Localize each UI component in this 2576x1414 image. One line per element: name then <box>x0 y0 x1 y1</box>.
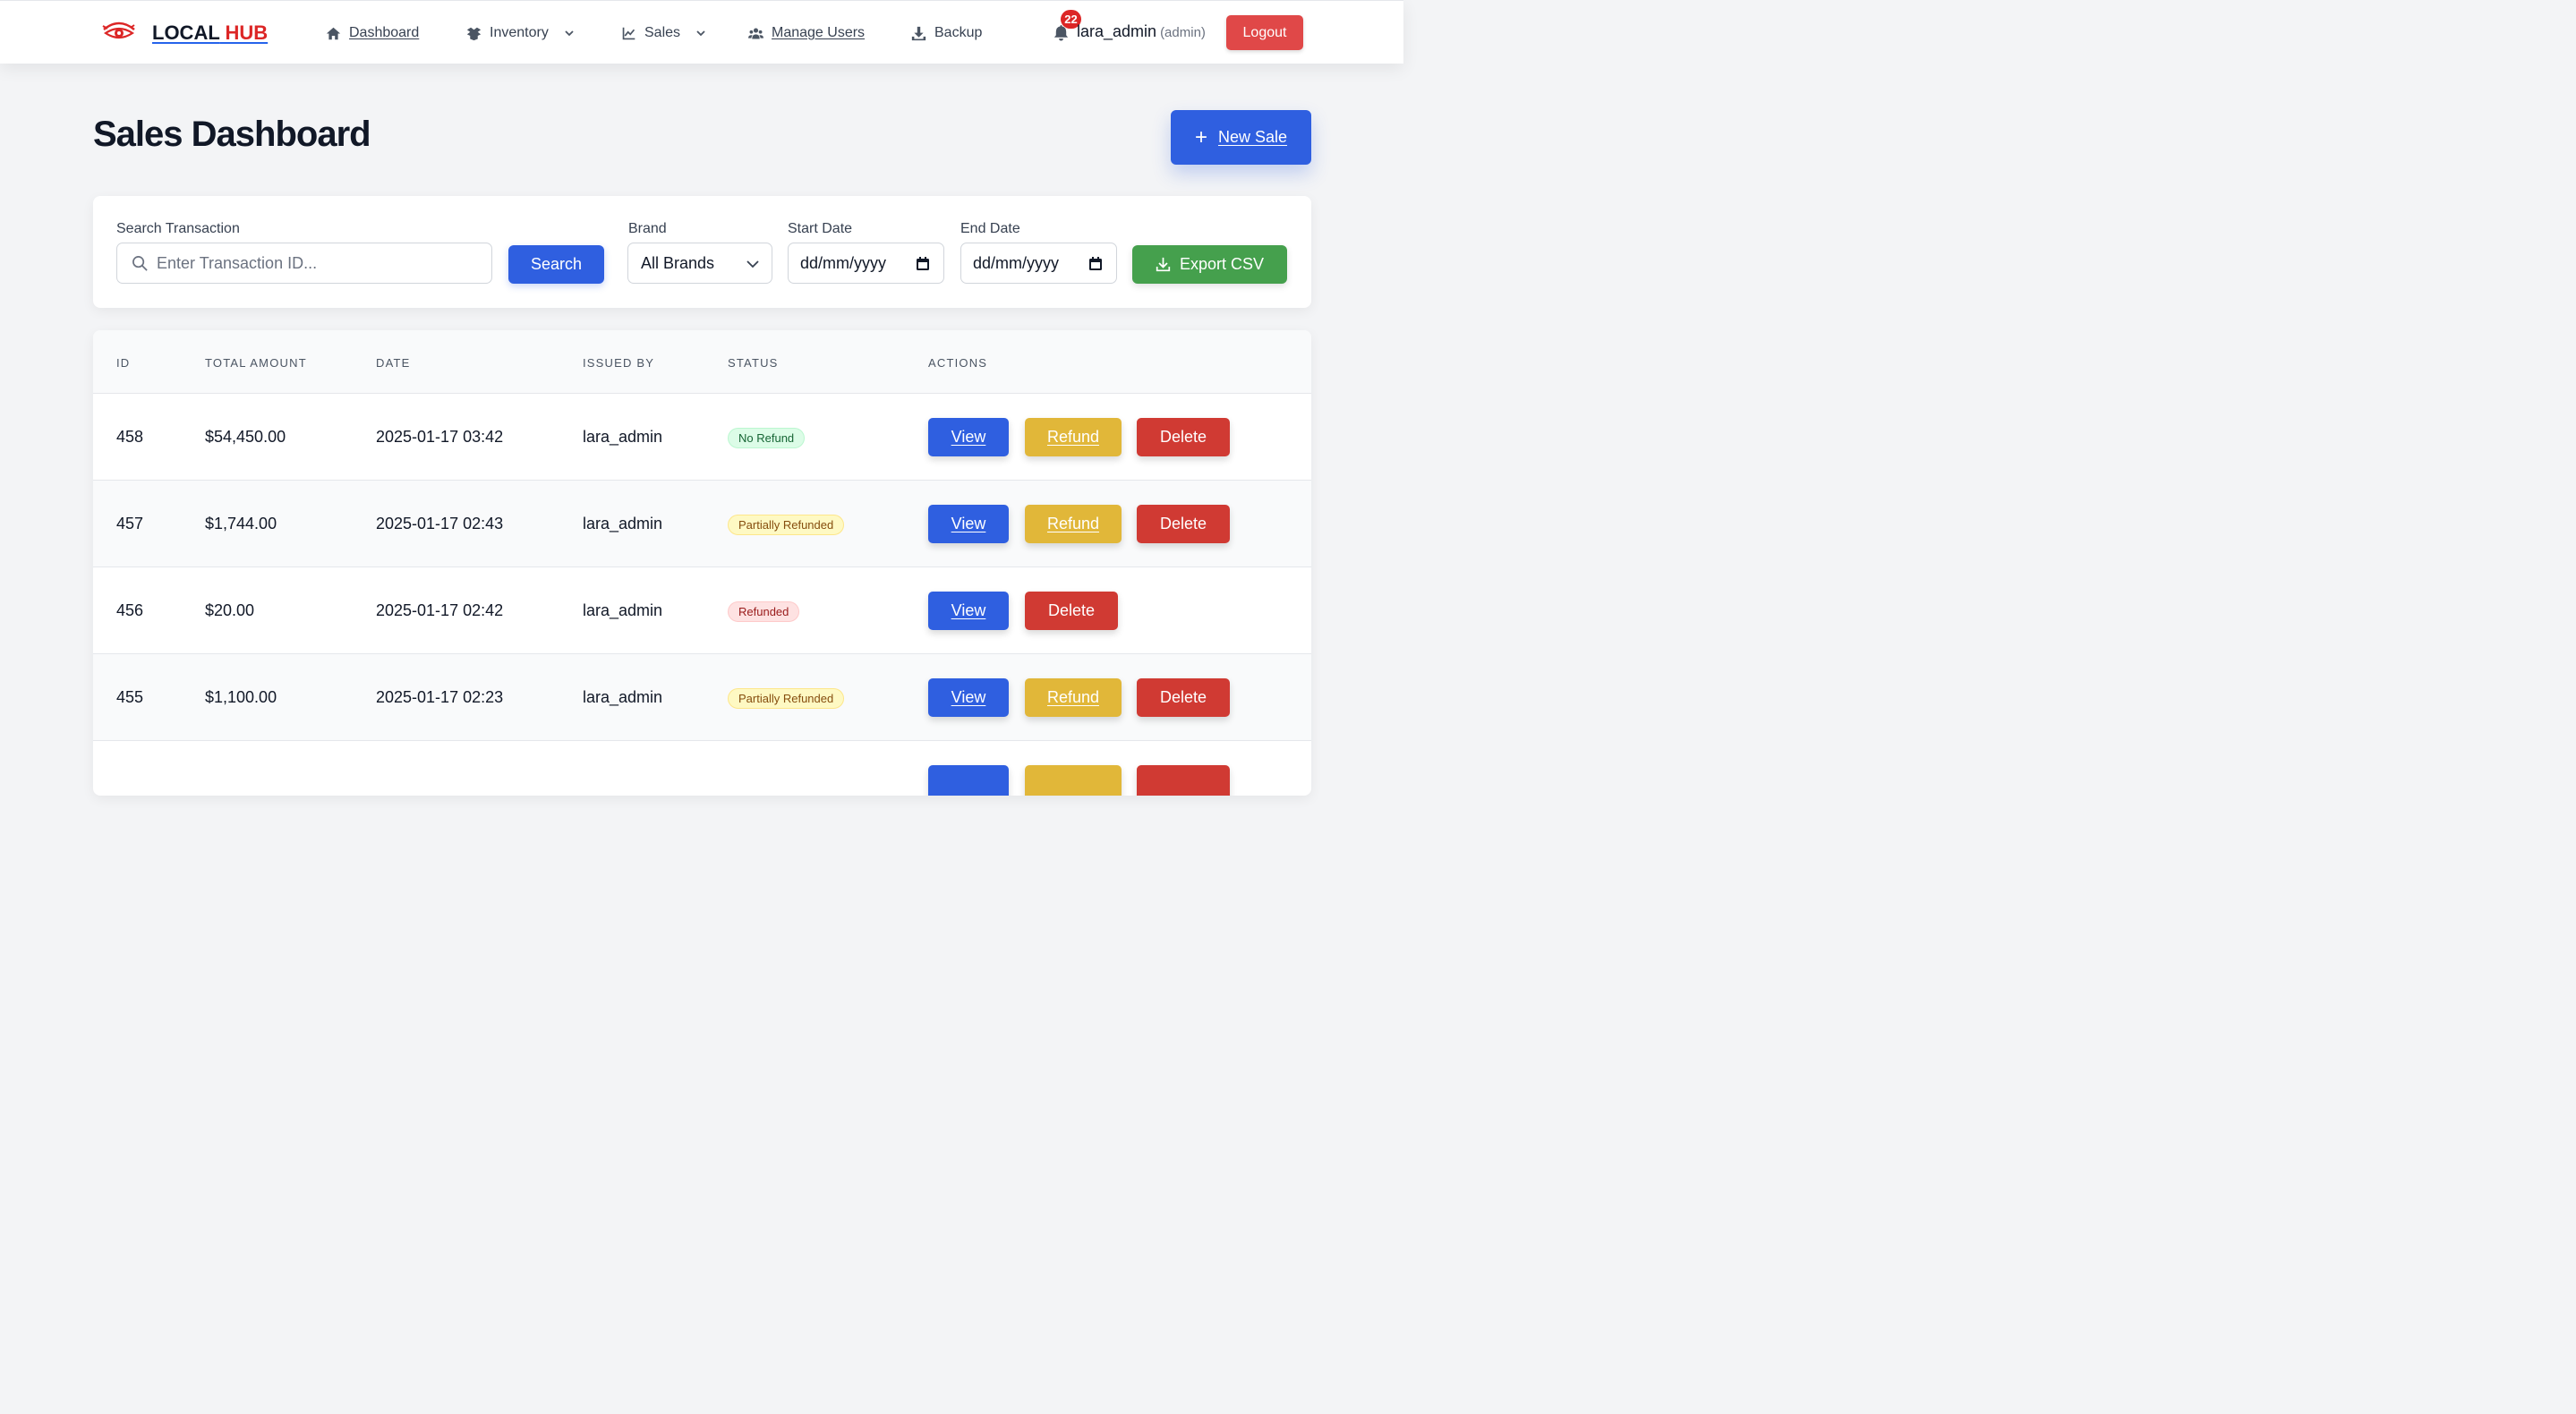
search-button[interactable]: Search <box>508 245 604 284</box>
table-row: 456 $20.00 2025-01-17 02:42 lara_admin R… <box>93 567 1311 654</box>
cell-issued-by: lara_admin <box>583 515 663 532</box>
user-info: lara_admin (admin) <box>1077 22 1206 41</box>
cell-id: 457 <box>116 515 144 532</box>
download-icon <box>911 26 926 40</box>
cell-id: 455 <box>116 688 144 706</box>
start-date-input[interactable]: dd/mm/yyyy <box>788 243 944 284</box>
nav-backup[interactable]: Backup <box>911 22 982 44</box>
chart-line-icon <box>622 27 635 39</box>
end-date-label: End Date <box>960 221 1020 236</box>
calendar-icon <box>917 257 929 270</box>
brand-select-value: All Brands <box>641 253 715 272</box>
plus-icon: + <box>1194 124 1207 149</box>
chevron-down-icon <box>565 30 574 37</box>
cell-amount: $20.00 <box>205 601 255 619</box>
cell-date: 2025-01-17 02:43 <box>376 515 504 532</box>
end-date-input[interactable]: dd/mm/yyyy <box>960 243 1117 284</box>
view-button[interactable]: View <box>928 418 1009 456</box>
column-header-id: ID <box>116 356 131 370</box>
brand-name-hub: HUB <box>225 21 269 44</box>
chevron-down-icon <box>696 30 705 37</box>
home-icon <box>326 27 341 39</box>
new-sale-label: New Sale <box>1217 128 1288 146</box>
search-field[interactable] <box>116 243 492 284</box>
search-icon <box>132 256 148 271</box>
brand-label: Brand <box>628 221 667 236</box>
status-badge: Partially Refunded <box>728 515 845 535</box>
delete-button[interactable]: Delete <box>1137 678 1230 717</box>
table-header: ID TOTAL AMOUNT DATE ISSUED BY STATUS AC… <box>93 330 1311 394</box>
delete-button[interactable] <box>1137 765 1230 796</box>
nav-dashboard[interactable]: Dashboard <box>326 22 419 44</box>
delete-button[interactable]: Delete <box>1137 418 1230 456</box>
brand-select[interactable]: All Brands <box>627 243 772 284</box>
nav-inventory-label: Inventory <box>490 25 549 40</box>
nav-dashboard-label: Dashboard <box>349 25 420 40</box>
table-row: 455 $1,100.00 2025-01-17 02:23 lara_admi… <box>93 654 1311 741</box>
username: lara_admin <box>1077 22 1157 40</box>
delete-button[interactable]: Delete <box>1025 592 1118 630</box>
transactions-table: ID TOTAL AMOUNT DATE ISSUED BY STATUS AC… <box>93 330 1311 796</box>
refund-button[interactable]: Refund <box>1025 678 1122 717</box>
cell-amount: $1,744.00 <box>205 515 277 532</box>
brand-name-local: LOCAL <box>152 21 220 44</box>
eye-icon <box>102 21 135 39</box>
cell-date: 2025-01-17 02:23 <box>376 688 504 706</box>
start-date-label: Start Date <box>788 221 853 236</box>
cell-id: 458 <box>116 428 144 446</box>
status-badge: No Refund <box>728 428 806 448</box>
page-title: Sales Dashboard <box>93 115 371 154</box>
status-badge: Refunded <box>728 601 800 622</box>
brand-name: LOCAL HUB <box>152 21 268 45</box>
nav-sales-label: Sales <box>644 25 681 40</box>
cell-date: 2025-01-17 02:42 <box>376 601 504 619</box>
nav-inventory[interactable]: Inventory <box>466 22 575 44</box>
chevron-down-icon <box>746 260 759 268</box>
refund-button[interactable]: Refund <box>1025 418 1122 456</box>
refund-button[interactable] <box>1025 765 1122 796</box>
cell-id: 456 <box>116 601 144 619</box>
nav-backup-label: Backup <box>934 25 983 40</box>
export-csv-label: Export CSV <box>1179 255 1265 273</box>
nav-manage-users-label: Manage Users <box>772 25 866 40</box>
nav-sales[interactable]: Sales <box>621 22 706 44</box>
delete-button[interactable]: Delete <box>1137 505 1230 543</box>
search-input[interactable] <box>157 243 479 283</box>
filter-panel: Search Transaction Search Brand All Bran… <box>93 196 1311 308</box>
column-header-date: DATE <box>376 356 411 370</box>
column-header-issued-by: ISSUED BY <box>583 356 655 370</box>
cell-date: 2025-01-17 03:42 <box>376 428 504 446</box>
end-date-value: dd/mm/yyyy <box>973 253 1060 272</box>
search-label: Search Transaction <box>116 221 240 236</box>
column-header-actions: ACTIONS <box>928 356 988 370</box>
user-role: (admin) <box>1160 25 1206 40</box>
export-csv-button[interactable]: Export CSV <box>1132 245 1287 284</box>
download-icon <box>1156 257 1171 272</box>
table-row <box>93 741 1311 796</box>
cell-amount: $1,100.00 <box>205 688 277 706</box>
cell-issued-by: lara_admin <box>583 428 663 446</box>
box-icon <box>466 27 482 40</box>
column-header-status: STATUS <box>728 356 779 370</box>
users-icon <box>748 28 763 38</box>
status-badge: Partially Refunded <box>728 688 845 709</box>
cell-issued-by: lara_admin <box>583 601 663 619</box>
view-button[interactable]: View <box>928 505 1009 543</box>
logout-button[interactable]: Logout <box>1226 15 1303 50</box>
calendar-icon <box>1089 257 1102 270</box>
view-button[interactable] <box>928 765 1009 796</box>
cell-amount: $54,450.00 <box>205 428 286 446</box>
table-row: 457 $1,744.00 2025-01-17 02:43 lara_admi… <box>93 481 1311 567</box>
cell-issued-by: lara_admin <box>583 688 663 706</box>
view-button[interactable]: View <box>928 678 1009 717</box>
nav-manage-users[interactable]: Manage Users <box>748 22 865 44</box>
new-sale-button[interactable]: + New Sale <box>1171 110 1311 165</box>
brand-logo[interactable]: LOCAL HUB <box>102 21 268 46</box>
view-button[interactable]: View <box>928 592 1009 630</box>
top-navbar: LOCAL HUB Dashboard Inventory Sales Mana… <box>0 0 1403 64</box>
column-header-total-amount: TOTAL AMOUNT <box>205 356 307 370</box>
start-date-value: dd/mm/yyyy <box>800 253 887 272</box>
refund-button[interactable]: Refund <box>1025 505 1122 543</box>
table-row: 458 $54,450.00 2025-01-17 03:42 lara_adm… <box>93 394 1311 481</box>
